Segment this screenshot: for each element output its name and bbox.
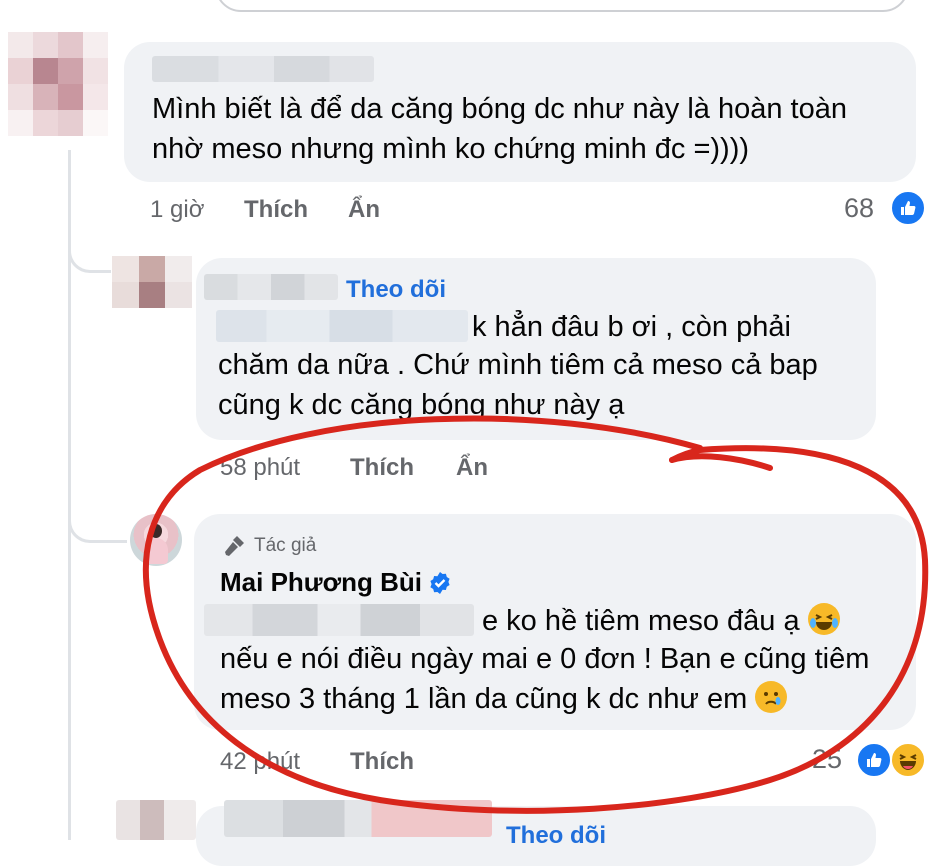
like-icon <box>890 190 926 226</box>
author-name-text[interactable]: Mai Phương Bùi <box>220 567 422 598</box>
comment-text-line: nếu e nói điều ngày mai e 0 đơn ! Bạn e … <box>220 643 870 675</box>
thread-branch <box>68 230 111 273</box>
comment-text-line: nhờ meso nhưng mình ko chứng minh đc =))… <box>152 133 750 165</box>
follow-link[interactable]: Theo dõi <box>506 822 606 850</box>
comment-text-line: Mình biết là để da căng bóng dc như này … <box>152 93 847 125</box>
quoted-name-redacted <box>204 604 474 636</box>
hide-link[interactable]: Ẩn <box>456 454 488 482</box>
reaction-count[interactable]: 25 <box>812 744 842 775</box>
comment-time[interactable]: 42 phút <box>220 748 300 776</box>
hide-link[interactable]: Ẩn <box>348 196 380 224</box>
crying-face-emoji <box>755 681 788 713</box>
microphone-icon <box>225 536 244 556</box>
comment-time[interactable]: 1 giờ <box>150 196 204 224</box>
commenter-name-redacted <box>204 274 338 300</box>
author-avatar[interactable] <box>130 514 182 566</box>
thread-branch <box>68 500 127 543</box>
avatar[interactable] <box>112 256 192 308</box>
verified-badge-icon <box>430 571 450 594</box>
comment-text-line: e ko hề tiêm meso đâu ạ <box>482 602 840 641</box>
author-badge: Tác giả <box>222 534 316 558</box>
comment-text-line: chăm da nữa . Chứ mình tiêm cả meso cả b… <box>218 349 818 381</box>
comment-time[interactable]: 58 phút <box>220 454 300 482</box>
comment-text-line: k hẳn đâu b ơi , còn phải <box>472 311 791 343</box>
avatar[interactable] <box>8 32 108 136</box>
comment-input-box[interactable] <box>215 0 909 12</box>
commenter-name-redacted <box>224 800 492 837</box>
commenter-name-redacted <box>152 56 374 82</box>
quoted-name-redacted <box>216 310 468 342</box>
like-link[interactable]: Thích <box>350 454 414 482</box>
comment-text-line: meso 3 tháng 1 lần da cũng k dc như em <box>220 680 788 719</box>
author-badge-label: Tác giả <box>254 535 317 556</box>
like-link[interactable]: Thích <box>350 748 414 776</box>
follow-link[interactable]: Theo dõi <box>346 276 446 304</box>
author-name[interactable]: Mai Phương Bùi <box>220 567 452 598</box>
laughing-tears-emoji <box>807 603 840 635</box>
comment-text-line: cũng k dc căng bóng như này ạ <box>218 389 625 421</box>
like-link[interactable]: Thích <box>244 196 308 224</box>
like-icon <box>856 742 892 778</box>
avatar-redacted[interactable] <box>116 800 196 840</box>
haha-icon <box>890 742 926 778</box>
reaction-count[interactable]: 68 <box>844 193 874 224</box>
